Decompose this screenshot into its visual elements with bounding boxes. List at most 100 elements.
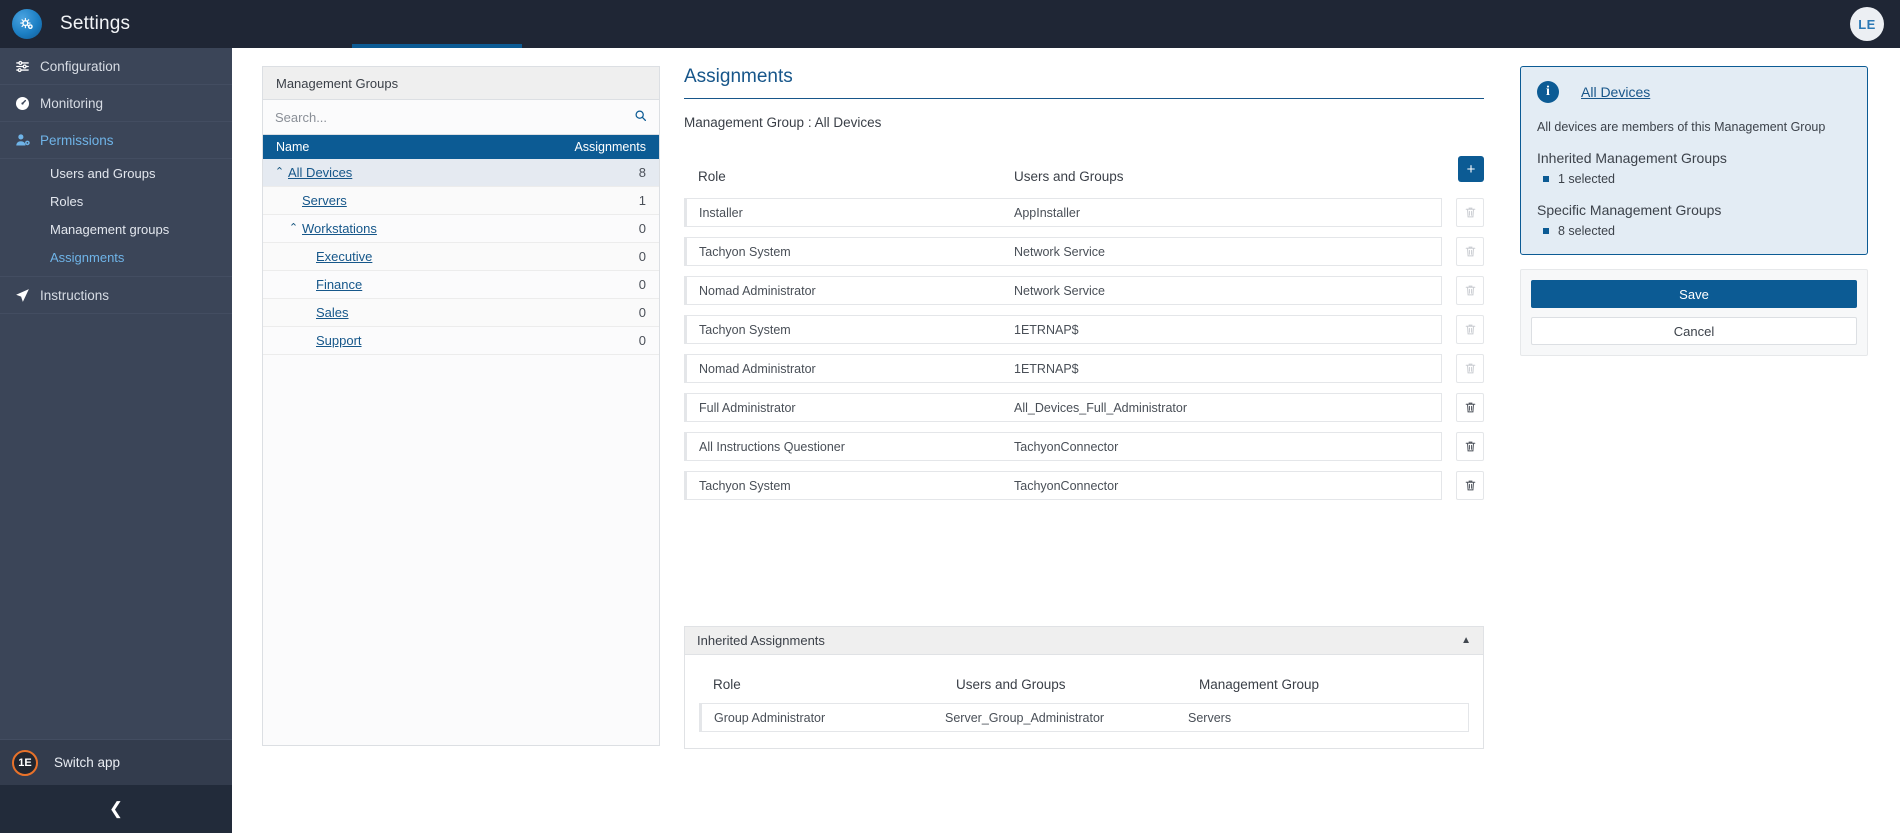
trash-icon [1465,441,1475,452]
inherited-management-group: Servers [1188,710,1232,725]
delete-assignment-button[interactable] [1456,393,1484,422]
inherited-assignment-row[interactable]: Group Administrator Server_Group_Administ… [699,703,1469,732]
delete-assignment-button [1456,276,1484,305]
assignment-row-content[interactable]: Tachyon System 1ETRNAP$ [684,315,1442,344]
sidebar-item-assignments[interactable]: Assignments [0,243,232,271]
assignments-list: Installer AppInstaller Tachyon System Netwo… [684,198,1484,500]
management-group-subtitle: Management Group : All Devices [684,115,882,130]
search-icon[interactable] [634,109,647,125]
sidebar-item-management-groups[interactable]: Management groups [0,215,232,243]
sidebar-item-users-and-groups[interactable]: Users and Groups [0,159,232,187]
assignment-role: All Instructions Questioner [699,439,845,454]
management-groups-list: ⌃ All Devices 8 Servers 1 ⌃ Workstations 0 Execu… [263,159,659,355]
sidebar-subitem-label: Roles [50,193,84,209]
assignment-row-content[interactable]: Nomad Administrator 1ETRNAP$ [684,354,1442,383]
sidebar-item-label: Configuration [40,58,121,74]
column-header-management-group: Management Group [1199,677,1320,692]
chevron-up-icon[interactable]: ▲ [1461,635,1471,646]
inherited-role: Group Administrator [714,710,826,725]
management-group-row[interactable]: ⌃ Workstations 0 [263,215,659,243]
info-icon: i [1537,81,1559,103]
management-group-assignment-count: 0 [638,333,646,348]
management-group-link[interactable]: Finance [316,277,362,292]
sidebar-item-label: Instructions [40,287,110,303]
assignment-row: Full Administrator All_Devices_Full_Admin… [684,393,1484,422]
assignment-row-content[interactable]: Nomad Administrator Network Service [684,276,1442,305]
save-button[interactable]: Save [1531,280,1857,308]
management-groups-title: Management Groups [263,67,659,100]
delete-assignment-button[interactable] [1456,471,1484,500]
chevron-up-icon[interactable]: ⌃ [285,223,302,234]
switch-app-label: Switch app [54,755,121,770]
management-group-link[interactable]: Servers [302,193,347,208]
management-group-row[interactable]: Finance 0 [263,271,659,299]
avatar[interactable]: LE [1850,7,1884,41]
management-group-assignment-count: 0 [638,277,646,292]
column-header-users-and-groups: Users and Groups [1014,168,1124,184]
inherited-assignments-title: Inherited Assignments [697,633,825,648]
column-header-users-and-groups: Users and Groups [956,677,1066,692]
sidebar-item-instructions[interactable]: Instructions [0,277,232,314]
info-box: i All Devices All devices are members of… [1520,66,1868,255]
app-title: Settings [60,13,131,34]
info-title-link[interactable]: All Devices [1581,84,1650,100]
assignments-panel: Assignments Management Group : All Devic… [684,66,1484,500]
delete-assignment-button [1456,354,1484,383]
management-group-row[interactable]: ⌃ All Devices 8 [263,159,659,187]
sidebar-item-monitoring[interactable]: Monitoring [0,85,232,122]
management-groups-column-headers: Name Assignments [263,135,659,159]
management-groups-panel: Management Groups Name Assignments ⌃All … [262,66,660,746]
management-group-row[interactable]: Sales 0 [263,299,659,327]
sidebar-item-permissions[interactable]: Permissions [0,122,232,159]
management-group-row[interactable]: Support 0 [263,327,659,355]
sidebar-item-label: Monitoring [40,95,104,111]
one-e-logo-icon: 1E [12,749,38,776]
assignment-role: Installer [699,205,743,220]
management-group-row[interactable]: Executive 0 [263,243,659,271]
assignment-users-and-groups: TachyonConnector [1014,439,1119,454]
inherited-management-groups-label: Inherited Management Groups [1537,150,1727,166]
assignment-row: All Instructions Questioner TachyonConnec… [684,432,1484,461]
management-group-assignment-count: 0 [638,221,646,236]
management-group-link[interactable]: Support [316,333,362,348]
sidebar-collapse-button[interactable]: ❮ [0,785,232,833]
sidebar-item-roles[interactable]: Roles [0,187,232,215]
assignment-row-content[interactable]: Tachyon System TachyonConnector [684,471,1442,500]
inherited-users-and-groups: Server_Group_Administrator [945,710,1105,725]
assignment-role: Full Administrator [699,400,796,415]
management-group-row[interactable]: Servers 1 [263,187,659,215]
management-group-link[interactable]: Sales [316,305,349,320]
inherited-management-groups-value: 1 selected [1537,172,1851,186]
sidebar-item-configuration[interactable]: Configuration [0,48,232,85]
management-group-assignment-count: 1 [638,193,646,208]
management-group-link[interactable]: Workstations [302,221,377,236]
search-input[interactable] [275,109,634,125]
assignment-users-and-groups: 1ETRNAP$ [1014,361,1079,376]
switch-app-button[interactable]: 1E Switch app [0,739,232,785]
management-group-link[interactable]: Executive [316,249,372,264]
delete-assignment-button [1456,198,1484,227]
assignment-row-content[interactable]: All Instructions Questioner TachyonConnec… [684,432,1442,461]
assignment-row: Installer AppInstaller [684,198,1484,227]
assignment-row-content[interactable]: Full Administrator All_Devices_Full_Admin… [684,393,1442,422]
chevron-up-icon[interactable]: ⌃ [271,167,288,178]
specific-count-text: 8 selected [1558,224,1615,238]
trash-icon [1465,402,1475,413]
assignment-role: Nomad Administrator [699,361,816,376]
delete-assignment-button[interactable] [1456,432,1484,461]
bullet-square-icon [1543,228,1549,234]
cancel-button[interactable]: Cancel [1531,317,1857,345]
sidebar-subitem-label: Management groups [50,221,170,237]
assignment-row-content[interactable]: Tachyon System Network Service [684,237,1442,266]
chevron-left-icon: ❮ [108,799,124,818]
management-group-assignment-count: 0 [638,249,646,264]
management-groups-search[interactable] [263,100,659,135]
assignment-row: Nomad Administrator Network Service [684,276,1484,305]
assignment-row-content[interactable]: Installer AppInstaller [684,198,1442,227]
assignments-column-headers: Role Users and Groups + [684,156,1484,188]
sliders-icon [14,58,40,75]
management-group-link[interactable]: All Devices [288,165,352,180]
assignment-row: Tachyon System TachyonConnector [684,471,1484,500]
add-assignment-button[interactable]: + [1458,156,1484,182]
inherited-assignments-header[interactable]: Inherited Assignments ▲ [685,627,1483,655]
